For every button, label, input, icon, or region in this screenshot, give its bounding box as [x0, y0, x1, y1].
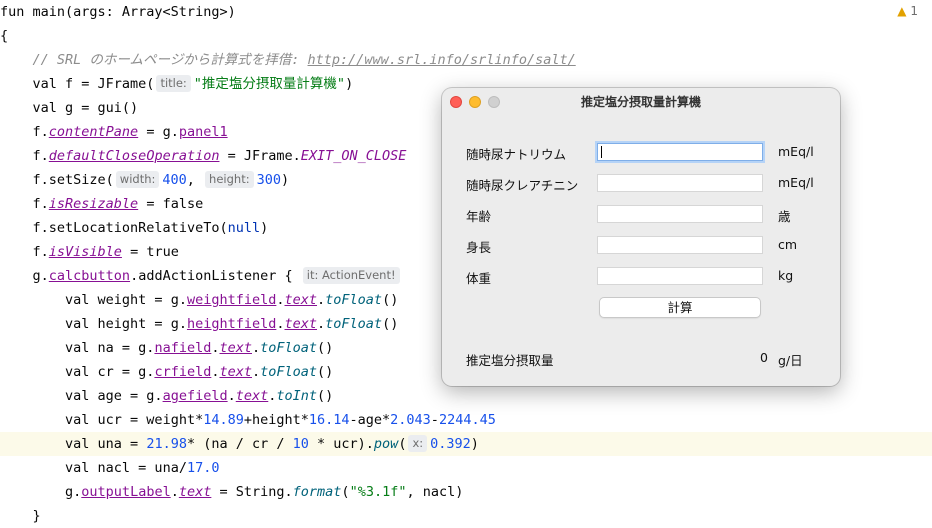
- window-title: 推定塩分摂取量計算機: [580, 95, 701, 109]
- age-field[interactable]: [597, 205, 763, 223]
- calculator-window: 推定塩分摂取量計算機 随時尿ナトリウム mEq/l 随時尿クレアチニン mEq/…: [442, 88, 840, 386]
- comment-url-link[interactable]: http://www.srl.info/srlinfo/salt/: [308, 52, 576, 68]
- parameter-hint: height:: [205, 171, 254, 188]
- result-unit: g/日: [778, 353, 803, 368]
- close-window-icon[interactable]: [450, 96, 462, 108]
- code-line[interactable]: // SRL のホームページから計算式を拝借: http://www.srl.i…: [0, 48, 932, 72]
- unit-height: cm: [778, 237, 798, 252]
- label-age: 年齢: [466, 209, 492, 224]
- label-urine-creatinine: 随時尿クレアチニン: [466, 178, 579, 193]
- result-value: 0: [760, 350, 768, 365]
- urine-sodium-field[interactable]: [597, 143, 763, 161]
- code-line[interactable]: val ucr = weight*14.89+height*16.14-age*…: [0, 408, 932, 432]
- result-label: 推定塩分摂取量: [466, 353, 554, 368]
- parameter-hint: width:: [115, 171, 160, 188]
- unit-urine-sodium: mEq/l: [778, 144, 814, 159]
- window-titlebar[interactable]: 推定塩分摂取量計算機: [442, 88, 840, 116]
- parameter-hint: x:: [408, 435, 428, 452]
- zoom-window-icon: [488, 96, 500, 108]
- code-line[interactable]: }: [0, 504, 932, 528]
- code-comment: // SRL のホームページから計算式を拝借: http://www.srl.i…: [32, 52, 576, 68]
- weight-field[interactable]: [597, 267, 763, 285]
- code-line[interactable]: g.outputLabel.text = String.format("%3.1…: [0, 480, 932, 504]
- code-line-current[interactable]: val una = 21.98* (na / cr / 10 * ucr).po…: [0, 432, 932, 456]
- minimize-window-icon[interactable]: [469, 96, 481, 108]
- code-line[interactable]: val age = g.agefield.text.toInt(): [0, 384, 932, 408]
- label-weight: 体重: [466, 271, 492, 286]
- lambda-parameter-hint: it: ActionEvent!: [302, 267, 400, 284]
- parameter-hint: title:: [156, 75, 191, 92]
- unit-age: 歳: [778, 209, 791, 224]
- calculate-button[interactable]: 計算: [599, 297, 761, 318]
- label-height: 身長: [466, 240, 492, 255]
- code-line[interactable]: {: [0, 24, 932, 48]
- height-field[interactable]: [597, 236, 763, 254]
- unit-urine-creatinine: mEq/l: [778, 175, 814, 190]
- code-line[interactable]: fun main(args: Array<String>): [0, 0, 932, 24]
- urine-creatinine-field[interactable]: [597, 174, 763, 192]
- label-urine-sodium: 随時尿ナトリウム: [466, 147, 567, 162]
- unit-weight: kg: [778, 268, 794, 283]
- code-line[interactable]: val nacl = una/17.0: [0, 456, 932, 480]
